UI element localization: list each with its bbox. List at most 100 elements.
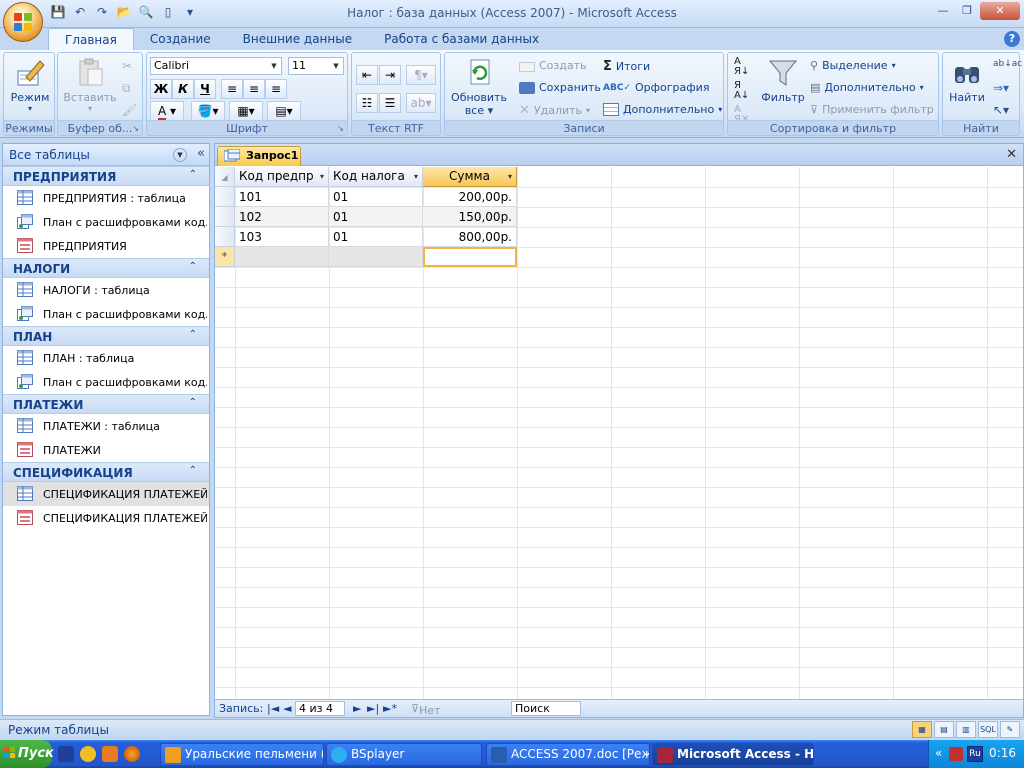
column-dropdown-icon[interactable]: ▾ — [508, 167, 512, 186]
next-record-icon[interactable]: ► — [353, 702, 361, 715]
help-icon[interactable]: ? — [1004, 31, 1020, 47]
pivotchart-view-icon[interactable]: ▥ — [956, 721, 976, 738]
nav-item[interactable]: СПЕЦИФИКАЦИЯ ПЛАТЕЖЕЙ ... — [3, 482, 209, 506]
collapse-group-icon[interactable]: ⌃ — [189, 329, 197, 340]
column-dropdown-icon[interactable]: ▾ — [414, 167, 418, 186]
task-bsplayer[interactable]: BSplayer — [326, 743, 482, 766]
language-indicator[interactable]: Ru — [967, 746, 983, 762]
tray-app-icon[interactable] — [949, 747, 963, 761]
select-pointer-icon[interactable]: ↖▾ — [993, 103, 1009, 117]
close-icon[interactable]: ✕ — [980, 2, 1020, 20]
collapse-group-icon[interactable]: ⌃ — [189, 397, 197, 408]
row-selector[interactable] — [215, 187, 235, 207]
sort-ascending-icon[interactable]: A Я↓ — [734, 57, 749, 77]
align-right-icon[interactable]: ≡ — [265, 79, 287, 99]
toggle-filter-button[interactable]: ⊽ Применить фильтр — [810, 103, 934, 116]
collapse-group-icon[interactable]: ⌃ — [189, 261, 197, 272]
column-header[interactable]: Код предпр ▾ — [235, 167, 329, 187]
collapse-group-icon[interactable]: ⌃ — [189, 465, 197, 476]
nav-group-header[interactable]: ПЛАН ⌃ — [3, 326, 209, 346]
record-position-field[interactable]: 4 из 4 — [295, 701, 345, 716]
pivottable-view-icon[interactable]: ▤ — [934, 721, 954, 738]
nav-item[interactable]: ПЛАТЕЖИ — [3, 438, 209, 462]
start-button[interactable]: Пуск — [0, 740, 54, 768]
nav-item[interactable]: ПЛАТЕЖИ : таблица — [3, 414, 209, 438]
more-records-button[interactable]: Дополнительно ▾ — [603, 103, 722, 116]
dialog-launcher-icon[interactable]: ↘ — [132, 124, 139, 133]
row-selector[interactable] — [215, 227, 235, 247]
nav-item[interactable]: ПЛАН : таблица — [3, 346, 209, 370]
format-painter-icon[interactable]: 🖌 — [122, 103, 137, 117]
office-button[interactable] — [3, 2, 43, 42]
italic-button[interactable]: К — [172, 79, 194, 99]
replace-icon[interactable]: ab↓ac — [993, 59, 1022, 69]
nav-item[interactable]: План с расшифровками код... — [3, 302, 209, 326]
table-cell[interactable]: 200,00р. — [423, 187, 517, 207]
first-record-icon[interactable]: |◄ — [267, 702, 279, 715]
table-cell[interactable]: 01 — [329, 227, 423, 247]
find-button[interactable]: Найти — [945, 57, 989, 104]
nav-item[interactable]: План с расшифровками код... — [3, 370, 209, 394]
design-view-icon[interactable]: ✎ — [1000, 721, 1020, 738]
table-cell[interactable]: 01 — [329, 207, 423, 227]
cut-icon[interactable]: ✂ — [122, 59, 132, 73]
nav-item[interactable]: НАЛОГИ : таблица — [3, 278, 209, 302]
highlight-icon[interactable]: ab▾ — [406, 93, 436, 113]
app-quicklaunch-icon[interactable] — [102, 746, 118, 762]
search-quicklaunch-icon[interactable] — [80, 746, 96, 762]
new-record-nav-icon[interactable]: ►* — [383, 702, 397, 715]
align-left-icon[interactable]: ≡ — [221, 79, 243, 99]
active-new-cell[interactable] — [423, 247, 517, 267]
nav-group-header[interactable]: СПЕЦИФИКАЦИЯ ПЛАТЕЖ...⌃ — [3, 462, 209, 494]
firefox-icon[interactable] — [124, 746, 140, 762]
datasheet-view-icon[interactable]: ▦ — [912, 721, 932, 738]
bullet-list-icon[interactable]: ☰ — [379, 93, 401, 113]
fill-color-icon[interactable]: 🪣▾ — [191, 101, 225, 121]
goto-icon[interactable]: ⇒▾ — [993, 81, 1009, 95]
gridlines-icon[interactable]: ▦▾ — [229, 101, 263, 121]
increase-indent-icon[interactable]: ⇥ — [379, 65, 401, 85]
last-record-icon[interactable]: ►| — [367, 702, 379, 715]
select-all-corner[interactable]: ◢ — [215, 167, 235, 187]
table-cell[interactable]: 103 — [235, 227, 329, 247]
font-dialog-launcher-icon[interactable]: ↘ — [337, 124, 344, 133]
copy-icon[interactable]: ⧉ — [122, 81, 131, 96]
numbered-list-icon[interactable]: ☷ — [356, 93, 378, 113]
nav-item[interactable]: План с расшифровками код... — [3, 210, 209, 234]
tab-external-data[interactable]: Внешние данные — [227, 28, 368, 50]
task-access[interactable]: Microsoft Access - На... — [652, 743, 814, 766]
new-row-marker[interactable]: * — [215, 247, 235, 267]
save-record-button[interactable]: Сохранить — [519, 81, 601, 94]
font-size-combo[interactable]: 11 ▼ — [288, 57, 344, 75]
new-row-cell[interactable] — [235, 247, 329, 267]
collapse-group-icon[interactable]: ⌃ — [189, 169, 197, 180]
close-document-icon[interactable]: ✕ — [1006, 147, 1017, 162]
no-filter-indicator[interactable]: ⊽ Нет фильтра — [411, 702, 469, 730]
minimize-icon[interactable]: — — [932, 2, 954, 20]
view-button[interactable]: Режим ▾ — [8, 57, 52, 113]
filter-button[interactable]: Фильтр — [758, 57, 808, 104]
totals-button[interactable]: Σ Итоги — [603, 59, 650, 74]
table-cell[interactable]: 101 — [235, 187, 329, 207]
bold-button[interactable]: Ж — [150, 79, 172, 99]
sort-descending-icon[interactable]: Я A↓ — [734, 81, 749, 101]
nav-header[interactable]: Все таблицы ▼ « — [3, 144, 209, 166]
refresh-all-button[interactable]: Обновить все ▾ — [449, 57, 509, 117]
nav-group-header[interactable]: ПРЕДПРИЯТИЯ ⌃ — [3, 166, 209, 186]
column-header[interactable]: Сумма ▾ — [423, 167, 517, 187]
tab-create[interactable]: Создание — [134, 28, 227, 50]
restore-icon[interactable]: ❐ — [956, 2, 978, 20]
new-record-button[interactable]: Создать — [519, 59, 587, 72]
delete-record-button[interactable]: ✕ Удалить ▾ — [519, 103, 590, 118]
spelling-button[interactable]: ABC✓ Орфография — [603, 81, 709, 94]
tab-query1[interactable]: Запрос1 — [217, 146, 301, 166]
font-color-button[interactable]: A ▾ — [150, 101, 184, 121]
nav-group-header[interactable]: НАЛОГИ ⌃ — [3, 258, 209, 278]
nav-group-header[interactable]: ПЛАТЕЖИ ⌃ — [3, 394, 209, 414]
table-cell[interactable]: 800,00р. — [423, 227, 517, 247]
nav-item[interactable]: ПРЕДПРИЯТИЯ : таблица — [3, 186, 209, 210]
nav-item[interactable]: ПРЕДПРИЯТИЯ — [3, 234, 209, 258]
align-center-icon[interactable]: ≡ — [243, 79, 265, 99]
task-uralskie[interactable]: Уральские пельмени (Т... — [160, 743, 324, 766]
task-word-doc[interactable]: ACCESS 2007.doc [Режи... — [486, 743, 650, 766]
